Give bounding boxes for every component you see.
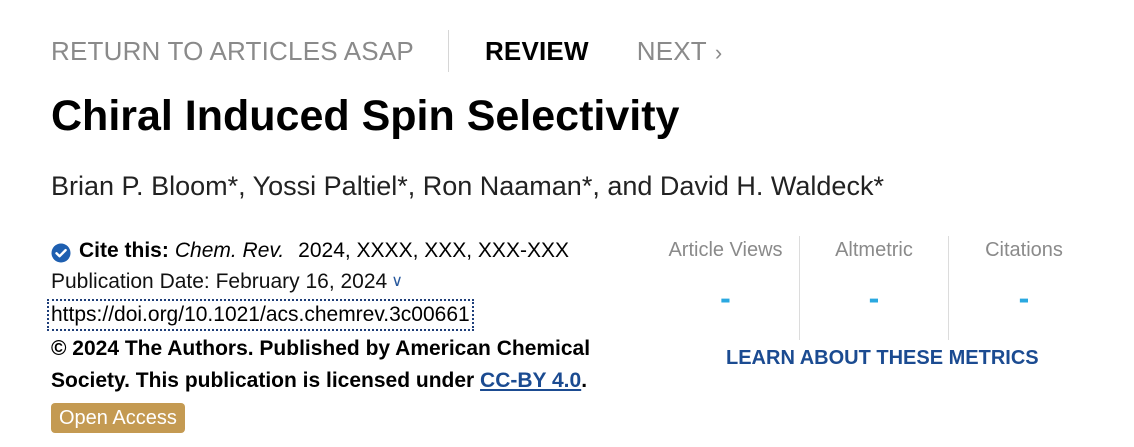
metric-value: - [720, 280, 731, 316]
metric-altmetric: Altmetric - [799, 236, 948, 340]
learn-about-metrics-link[interactable]: LEARN ABOUT THESE METRICS [726, 344, 1039, 372]
license-link[interactable]: CC-BY 4.0 [480, 369, 581, 392]
author-link[interactable]: Ron Naaman* [423, 171, 593, 201]
author-link[interactable]: Yossi Paltiel* [253, 171, 408, 201]
metric-label: Citations [985, 239, 1063, 261]
publication-date: Publication Date: February 16, 2024 [51, 270, 388, 293]
citation-block: Cite this: Chem. Rev. 2024, XXXX, XXX, X… [47, 235, 621, 433]
metric-value: - [868, 280, 880, 316]
metric-citations: Citations - [948, 236, 1099, 340]
author-link[interactable]: David H. Waldeck* [660, 171, 884, 201]
next-article-link[interactable]: NEXT › [637, 30, 723, 72]
license-statement: © 2024 The Authors. Published by America… [51, 333, 616, 397]
chevron-right-icon: › [714, 40, 723, 65]
article-title: Chiral Induced Spin Selectivity [51, 92, 680, 140]
license-end: . [581, 369, 588, 392]
publication-date-row[interactable]: Publication Date: February 16, 2024 ∨ [51, 266, 621, 297]
check-circle-icon[interactable] [51, 241, 71, 262]
article-type-label: REVIEW [484, 36, 589, 66]
return-to-articles-link[interactable]: RETURN TO ARTICLES ASAP [51, 30, 448, 72]
author-separator: , [238, 171, 253, 201]
author-link[interactable]: Brian P. Bloom* [51, 171, 238, 201]
article-header: RETURN TO ARTICLES ASAP REVIEW NEXT › Chi… [0, 0, 1134, 447]
author-separator: , [407, 171, 423, 201]
author-list: Brian P. Bloom*, Yossi Paltiel*, Ron Naa… [51, 166, 884, 206]
cite-this-label[interactable]: Cite this: [79, 235, 169, 266]
cite-journal: Chem. Rev. [174, 239, 285, 262]
article-metrics: Article Views - Altmetric - Citations - [652, 236, 1104, 340]
cite-row: Cite this: Chem. Rev. 2024, XXXX, XXX, X… [51, 235, 621, 266]
doi-link[interactable]: https://doi.org/10.1021/acs.chemrev.3c00… [47, 299, 474, 331]
metric-label: Article Views [668, 239, 783, 261]
chevron-down-icon[interactable]: ∨ [391, 266, 403, 297]
metric-value: - [1018, 280, 1030, 316]
author-separator: , and [592, 171, 660, 201]
metric-article-views: Article Views - [652, 236, 799, 340]
cite-details: 2024, XXXX, XXX, XXX-XXX [298, 239, 569, 262]
metric-label: Altmetric [835, 239, 913, 261]
open-access-badge[interactable]: Open Access [51, 403, 185, 433]
top-navigation: RETURN TO ARTICLES ASAP REVIEW NEXT › [51, 30, 722, 72]
next-label: NEXT [636, 36, 707, 66]
